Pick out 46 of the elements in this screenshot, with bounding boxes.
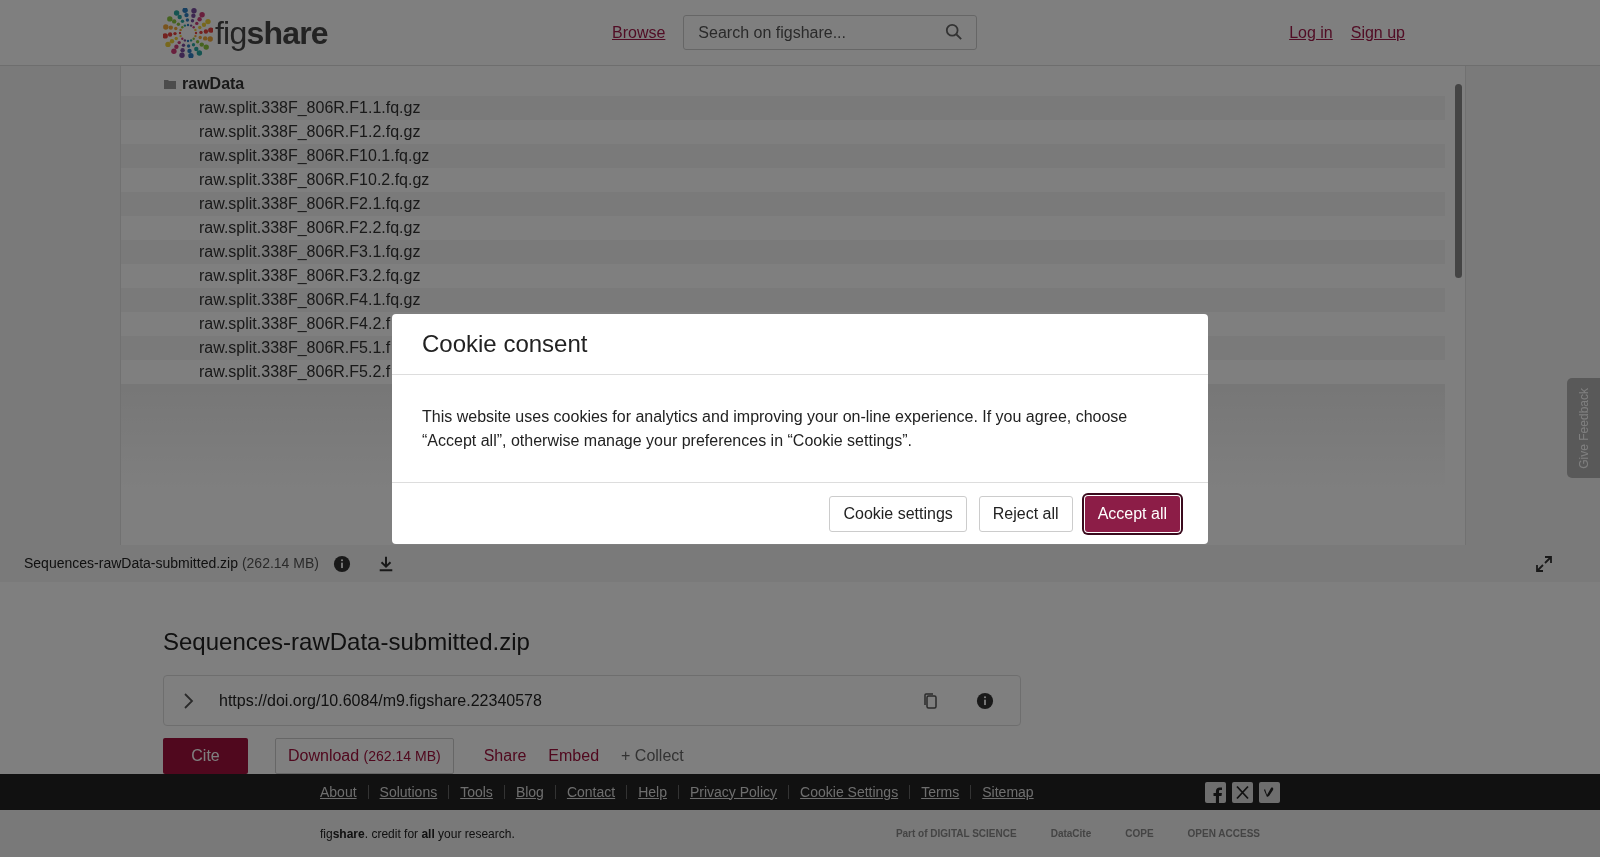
- expand-icon[interactable]: [1536, 555, 1552, 572]
- info-icon[interactable]: [976, 691, 994, 710]
- viewer-filename: Sequences-rawData-submitted.zip (262.14 MB): [24, 554, 319, 573]
- search-icon[interactable]: [945, 23, 964, 41]
- action-button[interactable]: Download (262.14 MB): [275, 738, 454, 774]
- file-row[interactable]: raw.split.338F_806R.F3.1.fq.gz: [121, 240, 1445, 264]
- dialog-title: Cookie consent: [422, 329, 588, 359]
- file-row[interactable]: raw.split.338F_806R.F1.1.fq.gz: [121, 96, 1445, 120]
- folder-icon: [164, 79, 176, 89]
- footer-link[interactable]: Contact: [566, 781, 616, 803]
- dialog-button[interactable]: Accept all: [1084, 495, 1180, 532]
- chevron-icon[interactable]: [182, 692, 194, 709]
- footer-link[interactable]: Solutions: [379, 781, 438, 803]
- browse-link[interactable]: Browse: [612, 20, 666, 45]
- x-icon[interactable]: [1232, 781, 1253, 803]
- footer-link[interactable]: Tools: [460, 781, 493, 803]
- action-link[interactable]: Embed: [548, 738, 600, 774]
- search-field[interactable]: Search on figshare...: [683, 15, 978, 50]
- file-row[interactable]: raw.split.338F_806R.F4.1.fq.gz: [121, 288, 1445, 312]
- footer-link[interactable]: Terms: [921, 781, 960, 803]
- copy-icon[interactable]: [922, 691, 938, 710]
- dialog-button[interactable]: Cookie settings: [829, 495, 967, 532]
- footer-link[interactable]: Sitemap: [982, 781, 1034, 803]
- footer-link[interactable]: Blog: [515, 781, 544, 803]
- dialog-message: This website uses cookies for analytics and improving your on-line experience. If you agree, choose “Accept all”, otherwise manage your preferences in “Cookie settings”.: [422, 406, 1129, 451]
- dialog-button[interactable]: Reject all: [978, 495, 1073, 532]
- footer-link[interactable]: Privacy Policy: [689, 781, 778, 803]
- file-row[interactable]: raw.split.338F_806R.F2.1.fq.gz: [121, 192, 1445, 216]
- folder-name[interactable]: rawData: [182, 72, 245, 96]
- action-link[interactable]: Share: [483, 738, 527, 774]
- auth-link[interactable]: Sign up: [1350, 20, 1405, 45]
- facebook-icon[interactable]: [1205, 781, 1226, 803]
- logo-icon[interactable]: [163, 7, 213, 58]
- logo-text[interactable]: figshare: [215, 8, 328, 57]
- auth-link[interactable]: Log in: [1289, 20, 1333, 45]
- action-button[interactable]: Cite: [163, 738, 248, 774]
- scrollbar-thumb[interactable]: [1455, 84, 1462, 278]
- doi-link[interactable]: https://doi.org/10.6084/m9.figshare.22340578: [219, 688, 542, 713]
- info-icon[interactable]: [332, 554, 351, 573]
- footer-link[interactable]: Cookie Settings: [800, 781, 899, 803]
- file-row[interactable]: raw.split.338F_806R.F10.1.fq.gz: [121, 144, 1445, 168]
- footer-link[interactable]: About: [320, 781, 357, 803]
- footer-tagline: figshare. credit for all your research.: [320, 825, 515, 843]
- action-link[interactable]: + Collect: [621, 738, 684, 774]
- footer-link[interactable]: Help: [638, 781, 667, 803]
- item-title: Sequences-rawData-submitted.zip: [163, 628, 531, 656]
